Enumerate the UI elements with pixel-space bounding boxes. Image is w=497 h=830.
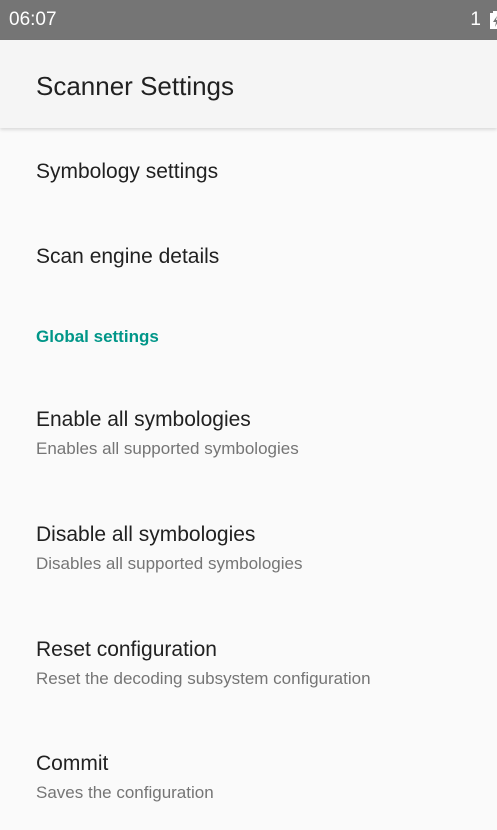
- pref-title: Disable all symbologies: [36, 523, 256, 546]
- pref-title: Symbology settings: [36, 160, 219, 183]
- app-toolbar: Scanner Settings: [0, 40, 497, 128]
- pref-disable-all-symbologies[interactable]: Disable all symbologies Disables all sup…: [36, 523, 497, 574]
- pref-scan-engine-details[interactable]: Scan engine details: [36, 245, 497, 269]
- pref-enable-all-symbologies[interactable]: Enable all symbologies Enables all suppo…: [36, 408, 497, 459]
- pref-symbology-settings[interactable]: Symbology settings: [36, 160, 497, 184]
- status-bar: 06:07 1: [0, 0, 497, 40]
- pref-title: Commit: [36, 752, 109, 775]
- pref-title: Reset configuration: [36, 638, 217, 661]
- pref-title: Enable all symbologies: [36, 408, 251, 431]
- pref-summary: Saves the configuration: [36, 783, 214, 802]
- page-title: Scanner Settings: [36, 71, 235, 101]
- pref-title: Scan engine details: [36, 245, 220, 268]
- notification-count: 1: [470, 9, 481, 30]
- pref-commit[interactable]: Commit Saves the configuration: [36, 752, 497, 803]
- pref-summary: Reset the decoding subsystem configurati…: [36, 669, 371, 688]
- status-icons: 1: [470, 9, 497, 31]
- battery-charging-icon: [489, 10, 497, 30]
- pref-summary: Enables all supported symbologies: [36, 439, 299, 458]
- category-global-settings: Global settings: [36, 327, 159, 346]
- pref-reset-configuration[interactable]: Reset configuration Reset the decoding s…: [36, 638, 497, 689]
- status-time: 06:07: [9, 9, 57, 30]
- pref-summary: Disables all supported symbologies: [36, 554, 303, 573]
